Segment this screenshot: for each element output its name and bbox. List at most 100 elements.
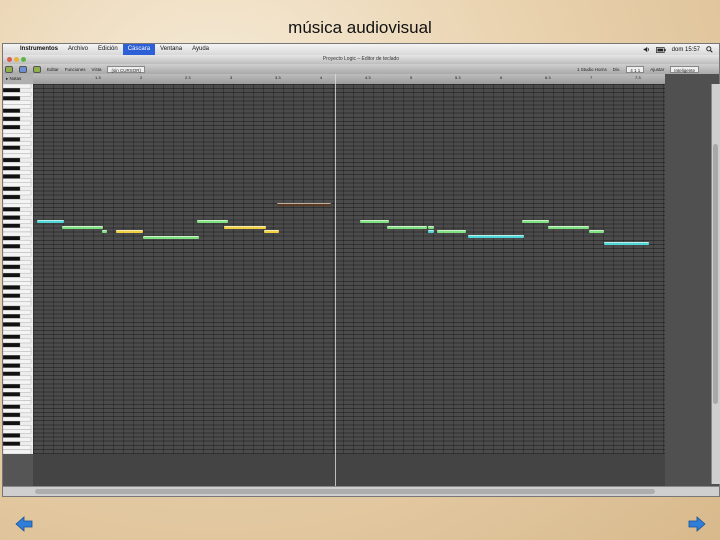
midi-note[interactable]: [143, 236, 200, 240]
white-key[interactable]: [2, 133, 32, 138]
menu-app[interactable]: Instrumentos: [15, 44, 63, 55]
position-field[interactable]: 4 1 1: [626, 65, 645, 73]
black-key[interactable]: [2, 174, 21, 179]
functions-menu[interactable]: Funciones: [65, 67, 86, 72]
black-key[interactable]: [2, 371, 21, 377]
white-key[interactable]: [2, 219, 32, 224]
black-key[interactable]: [2, 272, 21, 278]
black-key[interactable]: [2, 186, 21, 192]
black-key[interactable]: [2, 420, 21, 426]
zoom-window-icon[interactable]: [21, 57, 26, 62]
white-key[interactable]: [2, 182, 32, 187]
piano-keys[interactable]: [2, 83, 33, 455]
white-key[interactable]: [2, 289, 32, 294]
white-key[interactable]: [2, 388, 32, 393]
black-key[interactable]: [2, 194, 21, 200]
white-key[interactable]: [2, 161, 32, 167]
white-key[interactable]: [2, 231, 32, 237]
spotlight-icon[interactable]: [706, 46, 713, 53]
midi-note[interactable]: [276, 203, 331, 207]
white-key[interactable]: [2, 326, 32, 331]
white-key[interactable]: [2, 240, 32, 245]
white-key[interactable]: [2, 260, 32, 266]
white-key[interactable]: [2, 203, 32, 208]
white-key[interactable]: [2, 92, 32, 97]
midi-note[interactable]: [428, 225, 434, 229]
black-key[interactable]: [2, 96, 21, 101]
right-arrow-icon[interactable]: [688, 516, 706, 532]
white-key[interactable]: [2, 301, 32, 307]
midi-note[interactable]: [101, 229, 108, 233]
white-key[interactable]: [2, 400, 32, 405]
white-key[interactable]: [2, 408, 32, 414]
black-key[interactable]: [2, 404, 21, 409]
white-key[interactable]: [2, 227, 32, 233]
white-key[interactable]: [2, 425, 32, 430]
black-key[interactable]: [2, 314, 21, 319]
black-key[interactable]: [2, 157, 21, 163]
black-key[interactable]: [2, 293, 21, 298]
white-key[interactable]: [2, 437, 32, 442]
midi-note[interactable]: [264, 229, 279, 233]
midi-note[interactable]: [61, 225, 104, 229]
white-key[interactable]: [2, 112, 32, 118]
midi-note[interactable]: [547, 225, 590, 229]
black-key[interactable]: [2, 235, 21, 241]
view-menu[interactable]: Vista: [92, 67, 102, 72]
black-key[interactable]: [2, 363, 21, 368]
battery-icon[interactable]: [655, 46, 666, 53]
vertical-scroll-thumb[interactable]: [713, 144, 718, 404]
black-key[interactable]: [2, 285, 21, 290]
black-key[interactable]: [2, 137, 21, 142]
vertical-scrollbar[interactable]: [711, 84, 720, 484]
piano-roll-grid[interactable]: [33, 84, 665, 454]
midi-note[interactable]: [428, 229, 434, 233]
tool-button[interactable]: [33, 65, 41, 73]
edit-menu[interactable]: Editar: [47, 67, 59, 72]
menu-ayuda[interactable]: Ayuda: [187, 44, 214, 55]
white-key[interactable]: [2, 141, 32, 146]
white-key[interactable]: [2, 190, 32, 196]
close-window-icon[interactable]: [7, 57, 12, 62]
speaker-icon[interactable]: [643, 46, 650, 53]
black-key[interactable]: [2, 433, 21, 438]
black-key[interactable]: [2, 322, 21, 327]
black-key[interactable]: [2, 145, 21, 150]
white-key[interactable]: [2, 367, 32, 372]
white-key[interactable]: [2, 120, 32, 126]
menu-edicion[interactable]: Edición: [93, 44, 123, 55]
midi-note[interactable]: [386, 225, 427, 229]
white-key[interactable]: [2, 277, 32, 282]
white-key[interactable]: [2, 338, 32, 344]
white-key[interactable]: [2, 129, 32, 134]
black-key[interactable]: [2, 383, 21, 389]
menubar-clock[interactable]: dom 15:57: [672, 47, 700, 53]
black-key[interactable]: [2, 223, 21, 229]
black-key[interactable]: [2, 334, 21, 340]
white-key[interactable]: [2, 170, 32, 175]
white-key[interactable]: [2, 83, 32, 89]
midi-note[interactable]: [359, 220, 389, 224]
white-key[interactable]: [2, 268, 32, 274]
menu-ventana[interactable]: Ventana: [155, 44, 187, 55]
midi-note[interactable]: [522, 220, 550, 224]
white-key[interactable]: [2, 211, 32, 216]
white-key[interactable]: [2, 100, 32, 105]
black-key[interactable]: [2, 207, 21, 212]
black-key[interactable]: [2, 355, 21, 360]
white-key[interactable]: [2, 359, 32, 364]
black-key[interactable]: [2, 124, 21, 130]
black-key[interactable]: [2, 264, 21, 270]
link-button[interactable]: [5, 65, 13, 73]
midi-note[interactable]: [437, 229, 467, 233]
midi-note[interactable]: [589, 229, 604, 233]
piano-keyboard[interactable]: [2, 83, 34, 455]
menu-cascara[interactable]: Cáscara: [122, 44, 156, 55]
black-key[interactable]: [2, 305, 21, 311]
white-key[interactable]: [2, 297, 32, 303]
midi-note[interactable]: [224, 225, 266, 229]
midi-note[interactable]: [197, 220, 228, 224]
black-key[interactable]: [2, 256, 21, 261]
menu-archivo[interactable]: Archivo: [63, 44, 93, 55]
white-key[interactable]: [2, 252, 32, 257]
